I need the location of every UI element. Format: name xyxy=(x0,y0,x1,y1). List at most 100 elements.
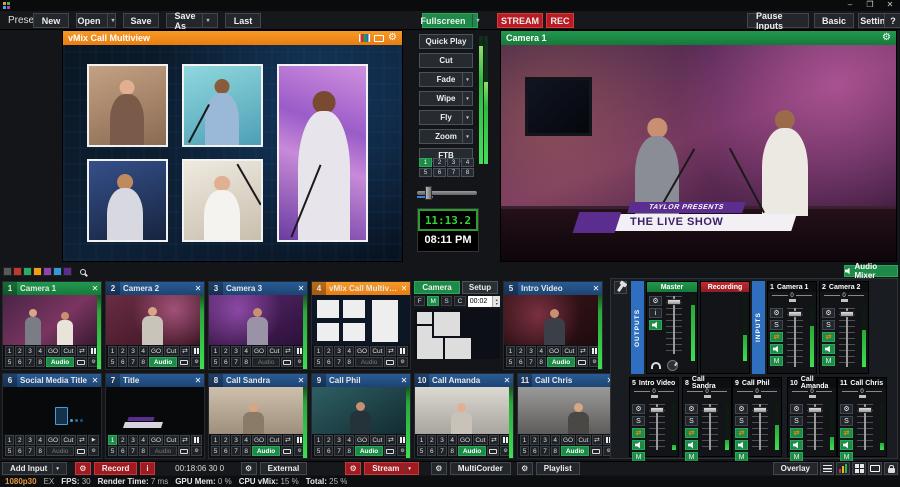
master-channel-header[interactable]: Master xyxy=(647,282,697,292)
close-icon[interactable]: ✕ xyxy=(501,376,513,385)
close-window-button[interactable]: ✕ xyxy=(880,0,900,11)
call-camera-button[interactable]: Camera xyxy=(414,281,460,294)
cut-button[interactable]: Cut xyxy=(419,53,473,68)
input-header[interactable]: 1Camera 1✕ xyxy=(3,282,101,295)
headphones-icon[interactable] xyxy=(651,362,661,369)
new-button[interactable]: New xyxy=(33,13,69,28)
overlay-7-button[interactable]: 7 xyxy=(25,446,34,456)
save-button[interactable]: Save xyxy=(123,13,159,28)
gear-icon[interactable]: ⚙ xyxy=(790,404,803,414)
gear-icon[interactable]: ⚙ xyxy=(191,446,202,456)
gear-icon[interactable]: ⚙ xyxy=(397,357,408,367)
overlay-6-button[interactable]: 6 xyxy=(516,357,525,367)
channel-fader-handle[interactable] xyxy=(753,407,767,413)
overlay-2-button[interactable]: 2 xyxy=(221,435,230,445)
overlay-8-button[interactable]: 8 xyxy=(139,446,148,456)
overlay-1-button[interactable]: 1 xyxy=(211,435,220,445)
close-icon[interactable]: ✕ xyxy=(295,376,307,385)
headphone-volume-knob[interactable] xyxy=(667,360,678,371)
playlist-settings-gear-icon[interactable]: ⚙ xyxy=(517,462,533,475)
overlay-8-button[interactable]: 8 xyxy=(242,446,251,456)
color-bars-icon[interactable] xyxy=(359,33,370,43)
stinger-4-button[interactable]: 4 xyxy=(461,158,474,167)
overlay-8-button[interactable]: 8 xyxy=(448,446,457,456)
program-video[interactable]: TAYLOR PRESENTS THE LIVE SHOW xyxy=(501,45,896,261)
input-thumbnail[interactable] xyxy=(504,295,602,345)
bus-assign-icon[interactable]: ⇄ xyxy=(790,428,803,438)
overlay-2-button[interactable]: 2 xyxy=(324,435,333,445)
external-button[interactable]: External xyxy=(260,462,308,475)
input-thumbnail[interactable] xyxy=(106,295,204,345)
cut-button[interactable]: Cut xyxy=(61,346,75,356)
overlay-3-button[interactable]: 3 xyxy=(25,346,34,356)
audio-toggle-button[interactable]: Audio xyxy=(46,357,75,367)
loop-transition-icon[interactable]: ⇄ xyxy=(578,346,589,356)
channel-fader-handle[interactable] xyxy=(650,407,664,413)
overlay-7-button[interactable]: 7 xyxy=(128,357,137,367)
overlay-5-button[interactable]: 5 xyxy=(520,446,529,456)
zoom-transition-button[interactable]: Zoom▾ xyxy=(419,129,473,144)
overlay-8-button[interactable]: 8 xyxy=(242,357,251,367)
solo-button[interactable]: S xyxy=(632,416,645,426)
overlay-8-button[interactable]: 8 xyxy=(36,357,45,367)
overlay-4-button[interactable]: 4 xyxy=(345,435,354,445)
audio-toggle-button[interactable]: Audio xyxy=(46,446,75,456)
overlay-7-button[interactable]: 7 xyxy=(540,446,549,456)
speaker-mute-button[interactable] xyxy=(822,344,835,354)
loop-transition-icon[interactable]: ⇄ xyxy=(283,435,294,445)
overlay-6-button[interactable]: 6 xyxy=(15,446,24,456)
overlay-1-button[interactable]: 1 xyxy=(211,346,220,356)
overlay-7-button[interactable]: 7 xyxy=(231,357,240,367)
chevron-down-icon[interactable]: ▾ xyxy=(472,14,480,27)
overlay-4-button[interactable]: 4 xyxy=(36,435,45,445)
category-swatch-green[interactable] xyxy=(23,267,32,276)
solo-button[interactable]: S xyxy=(685,416,698,426)
audio-toggle-button[interactable]: Audio xyxy=(252,446,281,456)
category-swatch-orange[interactable] xyxy=(33,267,42,276)
stinger-8-button[interactable]: 8 xyxy=(461,168,474,177)
fullscreen-output-icon[interactable] xyxy=(178,446,190,456)
fullscreen-output-icon[interactable] xyxy=(590,446,602,456)
overlay-1-button[interactable]: 1 xyxy=(108,346,117,356)
audio-toggle-button[interactable]: Audio xyxy=(149,357,178,367)
overlay-6-button[interactable]: 6 xyxy=(427,446,436,456)
loop-transition-icon[interactable]: ⇄ xyxy=(77,435,88,445)
overlay-1-button[interactable]: 1 xyxy=(108,435,117,445)
speaker-mute-button[interactable] xyxy=(685,440,698,450)
bus-assign-icon[interactable]: ⇄ xyxy=(822,332,835,342)
overlay-8-button[interactable]: 8 xyxy=(345,446,354,456)
chevron-down-icon[interactable]: ▾ xyxy=(52,463,59,474)
overlay-2-button[interactable]: 2 xyxy=(516,346,525,356)
stinger-3-button[interactable]: 3 xyxy=(447,158,460,167)
call-duration-field[interactable]: 00:02▴▾ xyxy=(468,296,500,307)
channel-gain-handle[interactable] xyxy=(651,395,658,398)
multicorder-button[interactable]: MultiCorder xyxy=(450,462,511,475)
program-titlebar[interactable]: Camera 1 ⚙ xyxy=(501,31,896,45)
speaker-mute-button[interactable] xyxy=(790,440,803,450)
input-header[interactable]: 2Camera 2✕ xyxy=(106,282,204,295)
add-input-button[interactable]: Add Input▾ xyxy=(2,462,67,475)
cut-button[interactable]: Cut xyxy=(164,346,178,356)
cut-button[interactable]: Cut xyxy=(370,435,384,445)
play-icon[interactable]: ▶ xyxy=(88,435,99,445)
fullscreen-output-icon[interactable] xyxy=(487,446,499,456)
overlay-1-button[interactable]: 1 xyxy=(5,435,14,445)
go-button[interactable]: GO xyxy=(547,346,561,356)
overlay-4-button[interactable]: 4 xyxy=(551,435,560,445)
channel-gain-handle[interactable] xyxy=(754,395,761,398)
audio-toggle-button[interactable]: Audio xyxy=(149,446,178,456)
input-thumbnail[interactable] xyxy=(3,295,101,345)
input-header[interactable]: 3Camera 3✕ xyxy=(209,282,307,295)
channel-fader-handle[interactable] xyxy=(858,407,872,413)
overlay-button[interactable]: Overlay xyxy=(773,462,818,475)
overlay-4-button[interactable]: 4 xyxy=(242,346,251,356)
stinger-6-button[interactable]: 6 xyxy=(433,168,446,177)
close-icon[interactable]: ✕ xyxy=(192,284,204,293)
overlay-3-button[interactable]: 3 xyxy=(231,435,240,445)
master-fader-handle[interactable] xyxy=(667,299,681,305)
overlay-3-button[interactable]: 3 xyxy=(128,435,137,445)
overlay-3-button[interactable]: 3 xyxy=(540,435,549,445)
input-header[interactable]: 6Social Media Title✕ xyxy=(3,374,101,387)
overlay-7-button[interactable]: 7 xyxy=(25,357,34,367)
overlay-6-button[interactable]: 6 xyxy=(324,357,333,367)
